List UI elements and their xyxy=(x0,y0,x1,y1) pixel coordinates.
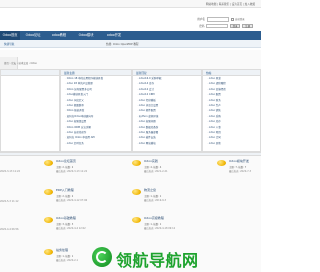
forum-stats: 主题: 4, 帖数: 4 xyxy=(144,165,162,169)
password-label: 密码 xyxy=(199,24,205,28)
forum-last-post: 最后发表: 2019-9-3 xyxy=(144,199,166,202)
forum-stats: 主题: 3, 帖数: 3 xyxy=(56,222,74,226)
watermark-logo-icon xyxy=(92,247,112,267)
register-button[interactable]: 注册 xyxy=(242,23,254,29)
forum-stats: 主题: 1, 帖数: 1 xyxy=(144,222,162,226)
forum-item[interactable]: Odoo基础教程 主题: 3, 帖数: 3 最后发表: 2020-4-4 12:… xyxy=(44,214,122,236)
forum-title[interactable]: 站务处理 xyxy=(56,248,68,252)
forum-last-post: 最后发表: 2021-2-21 xyxy=(144,170,168,173)
sub-nav: 快捷导航 热搜: Odoo OpenERP 教程 xyxy=(0,40,261,48)
forum-icon xyxy=(44,249,53,255)
nav-item-forum[interactable]: Odoo论坛 xyxy=(22,31,44,40)
forum-last-post: 最后发表: 2020-4-4 12:02 xyxy=(56,227,86,230)
edge-last-post: 2020-3-13 11:22 xyxy=(0,170,21,173)
list-item[interactable]: odoo 网站模块 xyxy=(133,141,201,146)
nav-item-modules[interactable]: Odoo模块 xyxy=(74,31,98,40)
username-input[interactable] xyxy=(207,17,229,22)
hot-search-links[interactable]: 热搜: Odoo OpenERP 教程 xyxy=(106,42,139,46)
list-item[interactable]: odoo 其他 xyxy=(203,141,260,146)
panel-hot-threads: 热帖 odoo 开发 odoo 进阶教程 odoo 实施经验 odoo 配置 o… xyxy=(202,69,261,152)
forum-title[interactable]: Odoo高级教程 xyxy=(144,216,164,220)
panel-left-edge xyxy=(0,69,60,152)
breadcrumb[interactable]: 首页 › 论坛 › 技术交流 › Odoo xyxy=(4,61,37,65)
header: 用户名 自动登录 密码 登录 注册 xyxy=(0,8,261,30)
quick-nav-menu[interactable]: 快捷导航 xyxy=(4,42,14,46)
forum-last-post: 最后发表: 2020-2-1 xyxy=(56,259,78,262)
forum-last-post: 最后发表: 2020-4-12 07:06 xyxy=(56,199,88,202)
forum-last-post: 最后发表: 2020-3-13 11:22 xyxy=(56,170,88,173)
nav-item-home[interactable]: Odoo首页 xyxy=(0,31,20,40)
forum-icon xyxy=(132,217,141,223)
remember-label: 自动登录 xyxy=(235,18,245,22)
watermark: 领航导航网 xyxy=(92,247,260,270)
panel-latest-replies: 最新回复 odoo16.0 采购单据 odoo14 库存 odoo12 会计 o… xyxy=(132,69,202,152)
forum-item[interactable]: 物流之窗 主题: 1, 帖数: 1 最后发表: 2019-9-3 xyxy=(132,186,202,208)
forum-item[interactable]: 站务处理 主题: 1, 帖数: 1 最后发表: 2020-2-1 xyxy=(44,246,90,268)
forum-last-post: 最后发表: 2020-4-18 09:12 xyxy=(144,227,176,230)
remember-checkbox[interactable] xyxy=(231,17,234,21)
login-button[interactable]: 登录 xyxy=(229,23,241,29)
nav-item-tutorial[interactable]: odoo教程 xyxy=(48,31,70,40)
main-nav: Odoo首页 Odoo论坛 odoo教程 Odoo模块 odoo开发 xyxy=(0,31,261,40)
forum-item[interactable]: ERP入门教程 主题: 2, 帖数: 2 最后发表: 2020-4-12 07:… xyxy=(44,186,122,208)
forum-icon xyxy=(132,189,141,195)
forum-item[interactable]: Odoo论坛首页 主题: 2, 帖数: 2 最后发表: 2020-3-13 11… xyxy=(44,157,122,179)
section-separator xyxy=(0,152,261,156)
forum-stats: 主题: 7, 帖数: 7 xyxy=(229,165,247,169)
login-box: 用户名 自动登录 密码 登录 注册 xyxy=(191,17,254,30)
edge-last-post: 2020-5-3 11:12 xyxy=(0,200,19,203)
forum-title[interactable]: ERP入门教程 xyxy=(56,188,74,192)
username-label: 用户名 xyxy=(197,18,205,22)
forum-icon xyxy=(132,160,141,166)
forum-item[interactable]: Odoo实践 主题: 4, 帖数: 4 最后发表: 2021-2-21 xyxy=(132,157,202,179)
top-bar: 网站地图 | 联系我们 | 设为首页 | 加入收藏 xyxy=(0,0,261,8)
forum-title[interactable]: Odoo论坛首页 xyxy=(56,159,76,163)
forum-icon xyxy=(44,189,53,195)
forum-item[interactable]: Odoo高级教程 主题: 1, 帖数: 1 最后发表: 2020-4-18 09… xyxy=(132,214,202,236)
nav-item-dev[interactable]: odoo开发 xyxy=(102,31,126,40)
forum-title[interactable]: 物流之窗 xyxy=(144,188,156,192)
list-item[interactable]: odoo 定时任务 xyxy=(61,141,131,146)
forum-stats: 主题: 2, 帖数: 2 xyxy=(56,165,74,169)
forum-stats: 主题: 1, 帖数: 1 xyxy=(144,194,162,198)
forum-title[interactable]: Odoo基础教程 xyxy=(56,216,76,220)
forum-title[interactable]: Odoo模块开发 xyxy=(229,159,249,163)
forum-item[interactable]: Odoo模块开发 主题: 7, 帖数: 7 最后发表: 2020-7-3 xyxy=(217,157,261,179)
edge-last-post: 2020-4-4 06:56 xyxy=(0,228,19,231)
top-links[interactable]: 网站地图 | 联系我们 | 设为首页 | 加入收藏 xyxy=(206,2,255,6)
password-input[interactable] xyxy=(206,23,228,29)
forum-icon xyxy=(217,160,226,166)
forum-last-post: 最后发表: 2020-7-3 xyxy=(229,170,251,173)
forum-stats: 主题: 2, 帖数: 2 xyxy=(56,194,74,198)
panel-title xyxy=(1,70,59,76)
forum-icon xyxy=(44,160,53,166)
watermark-text: 领航导航网 xyxy=(116,251,199,270)
forum-stats: 主题: 1, 帖数: 1 xyxy=(56,254,74,258)
forum-icon xyxy=(44,217,53,223)
forum-title[interactable]: Odoo实践 xyxy=(144,159,158,163)
panel-latest-threads: 最新主题 Odoo 18 中的应用程序模块开发 odoo 18 中的产品管理 O… xyxy=(60,69,132,152)
